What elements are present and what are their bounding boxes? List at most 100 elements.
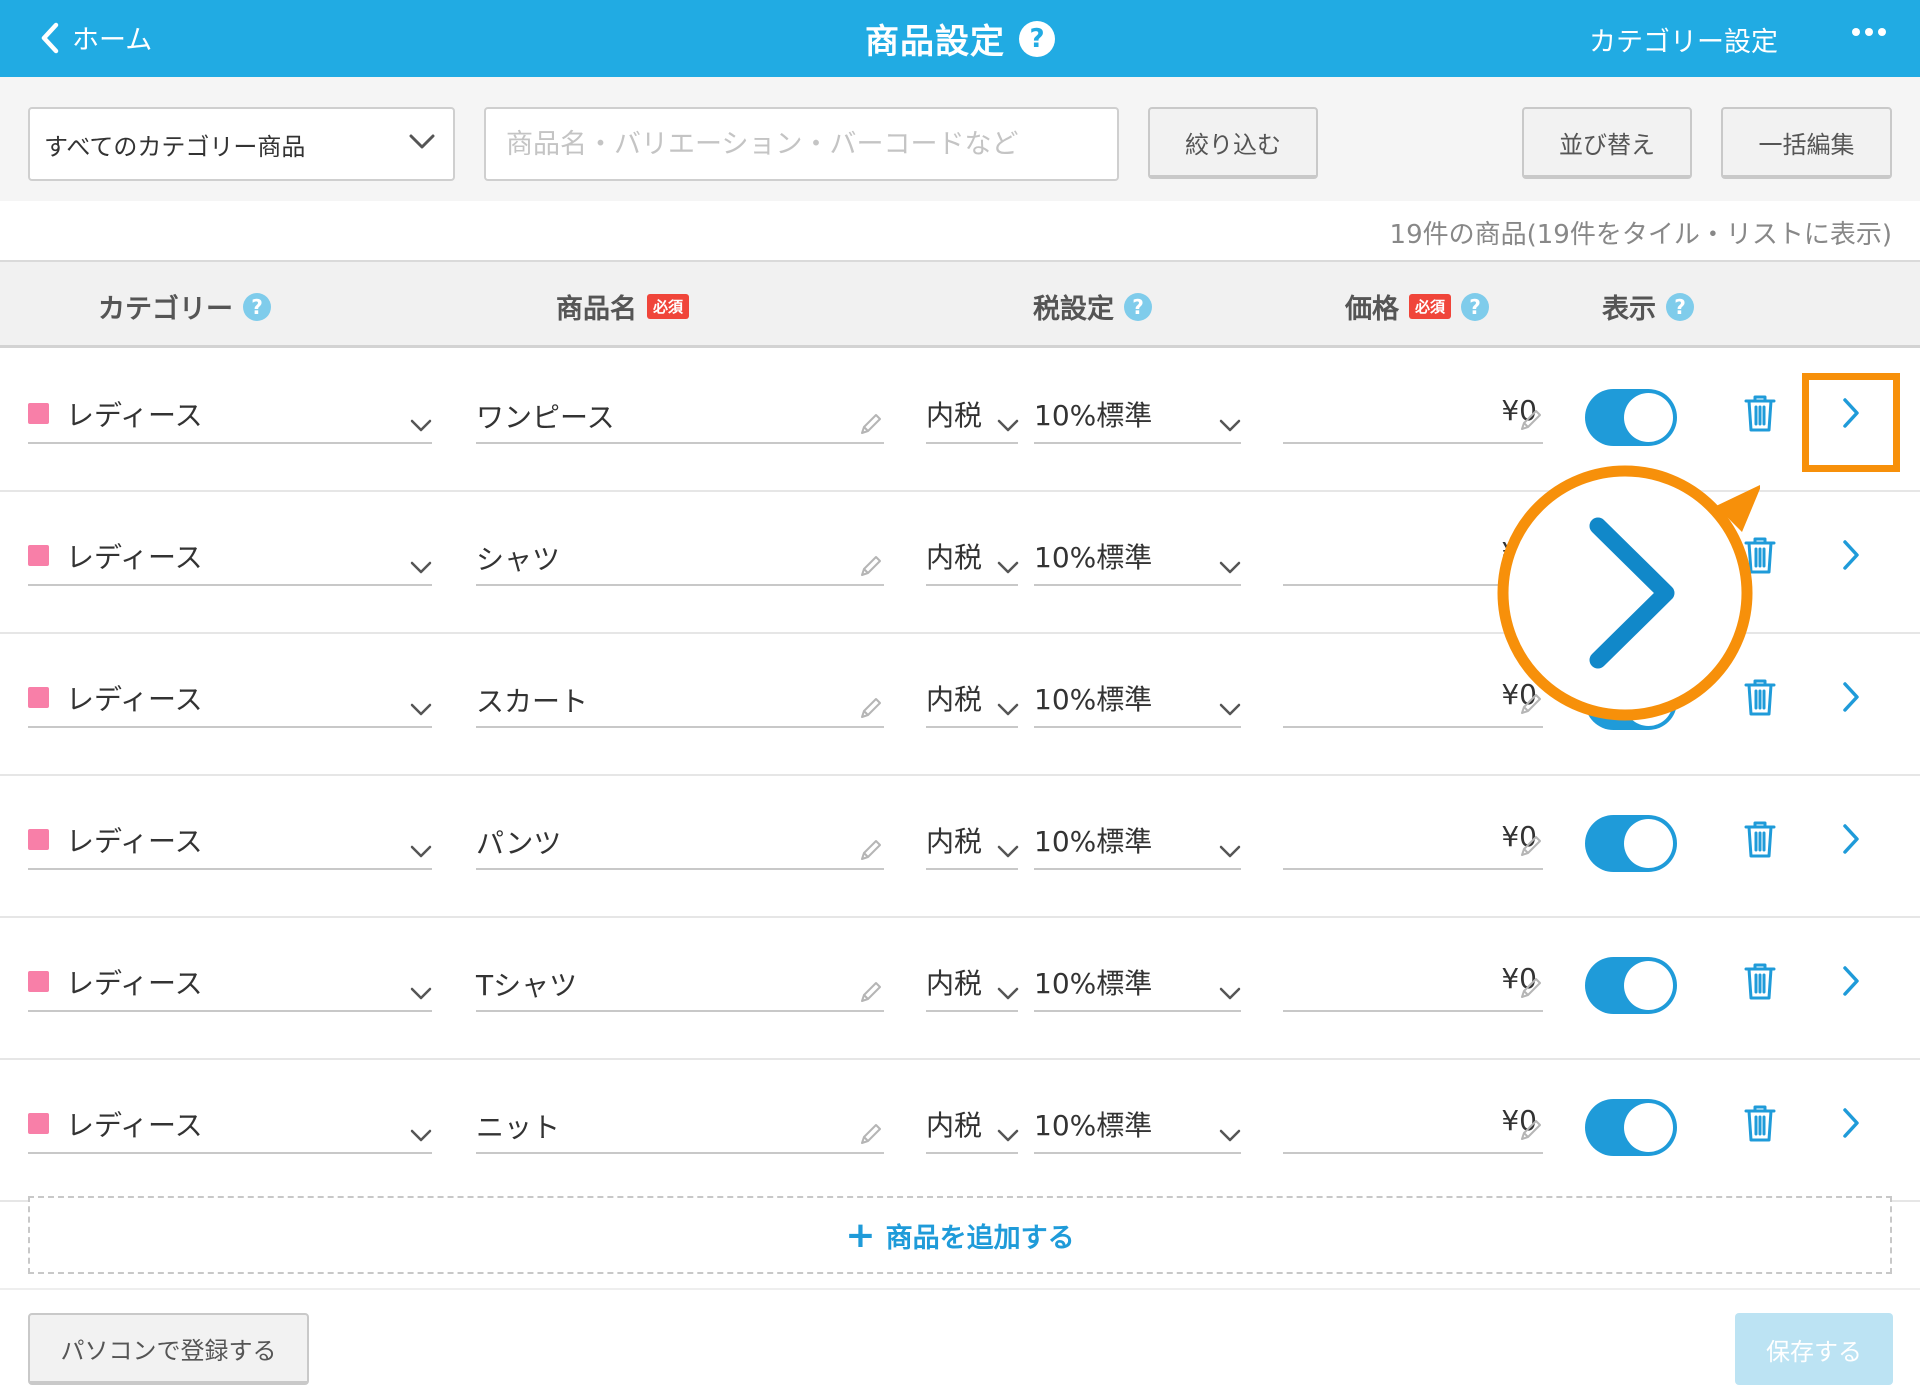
chevron-down-icon[interactable] (410, 560, 432, 574)
chevron-down-icon[interactable] (1219, 702, 1241, 716)
display-toggle[interactable] (1585, 389, 1677, 446)
chevron-down-icon[interactable] (997, 702, 1019, 716)
category-value[interactable]: レディース (66, 394, 203, 434)
tax-rate-value[interactable]: 10%標準 (1034, 820, 1152, 860)
pencil-icon[interactable] (857, 1122, 883, 1148)
price-value[interactable]: ¥0 (1283, 678, 1537, 711)
trash-icon[interactable] (1743, 676, 1777, 718)
pencil-icon[interactable] (857, 412, 883, 438)
filter-button[interactable]: 絞り込む (1148, 107, 1318, 179)
help-icon[interactable]: ? (1019, 20, 1055, 57)
table-row: レディース パンツ 内税 10%標準 ¥0 (0, 776, 1920, 918)
tax-rate-value[interactable]: 10%標準 (1034, 962, 1152, 1002)
display-toggle[interactable] (1585, 531, 1677, 588)
chevron-down-icon[interactable] (410, 986, 432, 1000)
pencil-icon[interactable] (857, 838, 883, 864)
price-value[interactable]: ¥0 (1283, 962, 1537, 995)
add-product-button[interactable]: + 商品を追加する (28, 1196, 1892, 1274)
chevron-down-icon[interactable] (1219, 844, 1241, 858)
chevron-right-icon[interactable] (1840, 396, 1862, 430)
pencil-icon[interactable] (857, 980, 883, 1006)
display-toggle[interactable] (1585, 1099, 1677, 1156)
pencil-icon[interactable] (857, 696, 883, 722)
price-value[interactable]: ¥0 (1283, 394, 1537, 427)
product-name-value[interactable]: パンツ (476, 822, 561, 862)
tax-rate-value[interactable]: 10%標準 (1034, 394, 1152, 434)
search-input[interactable] (484, 107, 1119, 181)
trash-icon[interactable] (1743, 818, 1777, 860)
product-name-value[interactable]: ニット (476, 1106, 560, 1146)
chevron-right-icon[interactable] (1840, 538, 1862, 572)
price-value[interactable]: ¥0 (1283, 820, 1537, 853)
chevron-down-icon[interactable] (410, 702, 432, 716)
tax-type-value[interactable]: 内税 (926, 678, 982, 718)
price-value[interactable]: ¥0 (1283, 1104, 1537, 1137)
chevron-down-icon[interactable] (1219, 986, 1241, 1000)
category-value[interactable]: レディース (66, 820, 203, 860)
category-value[interactable]: レディース (66, 536, 203, 576)
pencil-icon[interactable] (1517, 692, 1543, 718)
display-toggle[interactable] (1585, 957, 1677, 1014)
save-button[interactable]: 保存する (1735, 1313, 1893, 1385)
bulk-edit-button[interactable]: 一括編集 (1721, 107, 1892, 179)
more-icon[interactable] (1852, 28, 1886, 36)
chevron-down-icon[interactable] (997, 844, 1019, 858)
price-value[interactable]: ¥0 (1283, 536, 1537, 569)
tax-rate-value[interactable]: 10%標準 (1034, 536, 1152, 576)
product-count: 19件の商品(19件をタイル・リストに表示) (1389, 220, 1892, 250)
product-name-value[interactable]: Tシャツ (476, 964, 577, 1004)
chevron-right-icon[interactable] (1840, 964, 1862, 998)
pencil-icon[interactable] (1517, 834, 1543, 860)
chevron-down-icon[interactable] (1219, 418, 1241, 432)
display-toggle[interactable] (1585, 673, 1677, 730)
name-underline (476, 1010, 884, 1012)
pencil-icon[interactable] (857, 554, 883, 580)
tax-type-value[interactable]: 内税 (926, 394, 982, 434)
tax-type-value[interactable]: 内税 (926, 536, 982, 576)
help-icon[interactable]: ? (243, 292, 271, 321)
trash-icon[interactable] (1743, 960, 1777, 1002)
help-icon[interactable]: ? (1124, 292, 1152, 321)
tax-type-value[interactable]: 内税 (926, 962, 982, 1002)
tax-type-value[interactable]: 内税 (926, 820, 982, 860)
help-icon[interactable]: ? (1461, 292, 1490, 321)
pencil-icon[interactable] (1517, 408, 1543, 434)
price-underline (1283, 868, 1543, 870)
chevron-down-icon[interactable] (997, 986, 1019, 1000)
pencil-icon[interactable] (1517, 1118, 1543, 1144)
product-name-value[interactable]: スカート (476, 680, 588, 720)
category-select[interactable]: すべてのカテゴリー商品 (28, 107, 455, 181)
category-setting-link[interactable]: カテゴリー設定 (1589, 20, 1778, 59)
display-toggle[interactable] (1585, 815, 1677, 872)
register-pc-button[interactable]: パソコンで登録する (28, 1313, 309, 1385)
tax-rate-value[interactable]: 10%標準 (1034, 678, 1152, 718)
trash-icon[interactable] (1743, 392, 1777, 434)
chevron-down-icon[interactable] (997, 1128, 1019, 1142)
pencil-icon[interactable] (1517, 976, 1543, 1002)
chevron-down-icon[interactable] (997, 418, 1019, 432)
chevron-down-icon[interactable] (1219, 1128, 1241, 1142)
chevron-down-icon[interactable] (410, 1128, 432, 1142)
chevron-right-icon[interactable] (1840, 822, 1862, 856)
chevron-down-icon[interactable] (410, 418, 432, 432)
category-color-marker (28, 545, 49, 566)
product-name-value[interactable]: ワンピース (476, 396, 615, 436)
tax-rate-value[interactable]: 10%標準 (1034, 1104, 1152, 1144)
chevron-down-icon[interactable] (410, 844, 432, 858)
chevron-down-icon[interactable] (1219, 560, 1241, 574)
column-name: 商品名 必須 (556, 287, 690, 326)
help-icon[interactable]: ? (1666, 292, 1694, 321)
category-value[interactable]: レディース (66, 678, 203, 718)
sort-button[interactable]: 並び替え (1522, 107, 1692, 179)
category-value[interactable]: レディース (66, 962, 203, 1002)
chevron-right-icon[interactable] (1840, 680, 1862, 714)
chevron-down-icon[interactable] (997, 560, 1019, 574)
category-value[interactable]: レディース (66, 1104, 203, 1144)
chevron-right-icon[interactable] (1840, 1106, 1862, 1140)
trash-icon[interactable] (1743, 534, 1777, 576)
product-name-value[interactable]: シャツ (476, 538, 560, 578)
trash-icon[interactable] (1743, 1102, 1777, 1144)
back-button[interactable]: ホーム (38, 18, 152, 57)
tax-type-value[interactable]: 内税 (926, 1104, 982, 1144)
pencil-icon[interactable] (1517, 550, 1543, 576)
